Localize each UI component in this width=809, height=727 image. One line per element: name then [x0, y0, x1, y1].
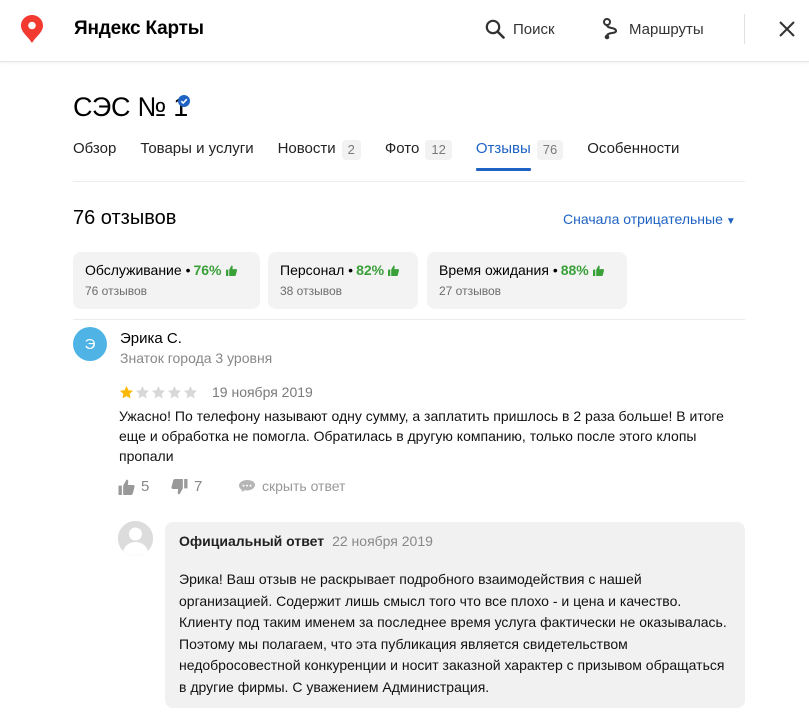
aspect-reviews-count: 76 отзывов: [85, 284, 148, 298]
dislike-button[interactable]: 7: [171, 478, 202, 495]
aspect-dot: •: [348, 262, 354, 278]
tab-count-badge: 12: [425, 140, 452, 160]
routes-icon: [603, 18, 618, 40]
aspect-name: Обслуживание: [85, 262, 182, 278]
verified-icon: [178, 95, 190, 107]
page-title: СЭС № 1: [73, 92, 188, 122]
star-icon: [167, 385, 182, 399]
review-date: 19 ноября 2019: [212, 384, 313, 400]
tab-label: Фото: [384, 140, 420, 157]
tab-count-badge: 2: [341, 140, 361, 160]
top-bar: Яндекс Карты Поиск Маршруты: [0, 0, 809, 62]
tab-label: Товары и услуги: [140, 140, 254, 157]
review-author-level: Знаток города 3 уровня: [120, 350, 273, 366]
review-author-name[interactable]: Эрика С.: [120, 330, 182, 347]
tab-label: Отзывы: [475, 140, 531, 157]
aspect-dot: •: [185, 262, 191, 278]
tab-label: Особенности: [587, 140, 680, 157]
tab-features[interactable]: Особенности: [587, 140, 679, 172]
routes-button[interactable]: Маршруты: [601, 16, 704, 42]
thumb-up-icon: [388, 264, 400, 276]
sort-label: Сначала отрицательные: [563, 211, 723, 227]
thumb-up-icon: [592, 264, 604, 276]
brand-title[interactable]: Яндекс Карты: [74, 18, 204, 40]
tab-count-badge: 76: [536, 140, 564, 160]
aspect-reviews-count: 27 отзывов: [439, 284, 502, 298]
star-icon: [151, 385, 166, 399]
comment-icon: [239, 480, 255, 492]
aspect-dot: •: [552, 262, 558, 278]
chevron-down-icon: ▼: [725, 216, 736, 227]
aspect-chip-service[interactable]: Обслуживание • 76% 76 отзывов: [73, 252, 260, 309]
hide-answer-button[interactable]: скрыть ответ: [238, 478, 345, 494]
tab-overview[interactable]: Обзор: [73, 140, 116, 172]
rating-stars: [119, 385, 199, 400]
review-text: Ужасно! По телефону называют одну сумму,…: [119, 408, 724, 464]
aspect-chip-waiting-time[interactable]: Время ожидания • 88% 27 отзывов: [427, 252, 627, 309]
org-avatar-icon: [118, 521, 153, 556]
star-icon: [135, 385, 150, 399]
hide-answer-label: скрыть ответ: [262, 478, 346, 494]
routes-label: Маршруты: [629, 20, 704, 38]
thumb-down-icon: [171, 478, 188, 494]
aspect-name: Время ожидания: [439, 262, 549, 278]
aspect-percent: 88%: [560, 262, 589, 278]
tab-label: Новости: [277, 140, 336, 157]
aspect-chip-staff[interactable]: Персонал • 82% 38 отзывов: [268, 252, 418, 309]
aspect-percent: 82%: [356, 262, 385, 278]
thumb-up-icon: [225, 264, 237, 276]
tab-label: Обзор: [73, 140, 117, 157]
star-icon: [119, 385, 134, 399]
answer-label: Официальный ответ: [179, 533, 325, 549]
search-icon: [485, 19, 505, 39]
tab-photo[interactable]: Фото 12: [385, 140, 452, 172]
tab-news[interactable]: Новости 2: [278, 140, 361, 172]
topbar-divider: [744, 14, 745, 44]
answer-text: Эрика! Ваш отзыв не раскрывает подробног…: [179, 571, 727, 695]
aspect-name: Персонал: [280, 262, 345, 278]
tab-goods-services[interactable]: Товары и услуги: [140, 140, 253, 172]
aspect-reviews-count: 38 отзывов: [280, 284, 343, 298]
aspect-percent: 76%: [193, 262, 222, 278]
tab-reviews[interactable]: Отзывы 76: [475, 140, 564, 172]
like-count: 5: [141, 478, 150, 495]
tabs-divider: [73, 181, 745, 182]
like-button[interactable]: 5: [118, 478, 149, 495]
org-avatar-icon: [118, 521, 153, 556]
reviews-count-title: 76 отзывов: [73, 207, 177, 229]
tab-bar: Обзор Товары и услуги Новости 2 Фото 12 …: [73, 140, 703, 172]
close-icon[interactable]: [776, 18, 798, 40]
star-icon: [183, 385, 198, 399]
avatar[interactable]: Э: [73, 327, 107, 361]
map-pin-icon[interactable]: [21, 15, 43, 43]
search-label: Поиск: [513, 20, 555, 38]
search-button[interactable]: Поиск: [485, 16, 555, 42]
divider: [73, 319, 745, 320]
thumb-up-icon: [118, 479, 135, 495]
dislike-count: 7: [194, 478, 203, 495]
answer-date: 22 ноября 2019: [332, 533, 433, 549]
official-answer: Официальный ответ 22 ноября 2019 Эрика! …: [165, 522, 745, 708]
sort-dropdown[interactable]: Сначала отрицательные ▼: [563, 211, 736, 227]
